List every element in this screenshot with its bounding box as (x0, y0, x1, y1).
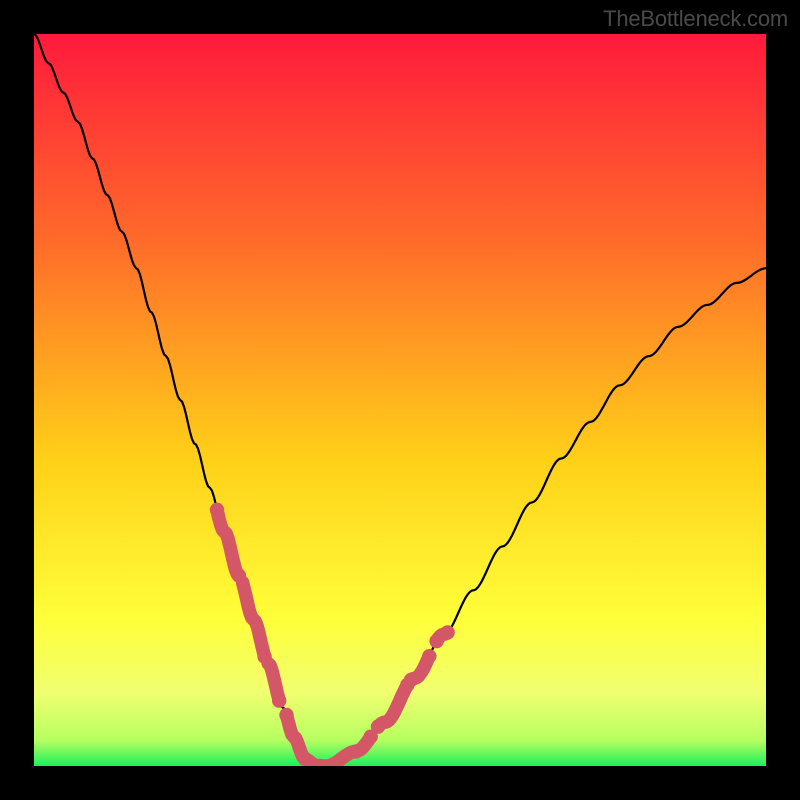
curve-highlight-dot (404, 673, 418, 687)
curve-highlight-segment (217, 510, 239, 576)
curve-highlight-segment (378, 685, 407, 727)
curve-highlight-dot (279, 708, 293, 722)
curve-highlight-dot (349, 744, 363, 758)
curve-highlight-dot (210, 503, 224, 517)
curve-highlight-segment (243, 583, 265, 657)
bottleneck-curve (34, 34, 766, 766)
curve-highlight-dot (257, 650, 271, 664)
curve-highlight-dot (371, 720, 385, 734)
curve-highlight-dot (232, 569, 246, 583)
attribution-text: TheBottleneck.com (603, 6, 788, 32)
curve-highlight-group (217, 510, 448, 766)
chart-frame: TheBottleneck.com (0, 0, 800, 800)
curve-line (34, 34, 766, 766)
curve-highlight-dot (272, 693, 286, 707)
curve-dot-group (210, 503, 455, 766)
curve-highlight-dot (422, 649, 436, 663)
plot-area (34, 34, 766, 766)
curve-highlight-dot (440, 625, 454, 639)
